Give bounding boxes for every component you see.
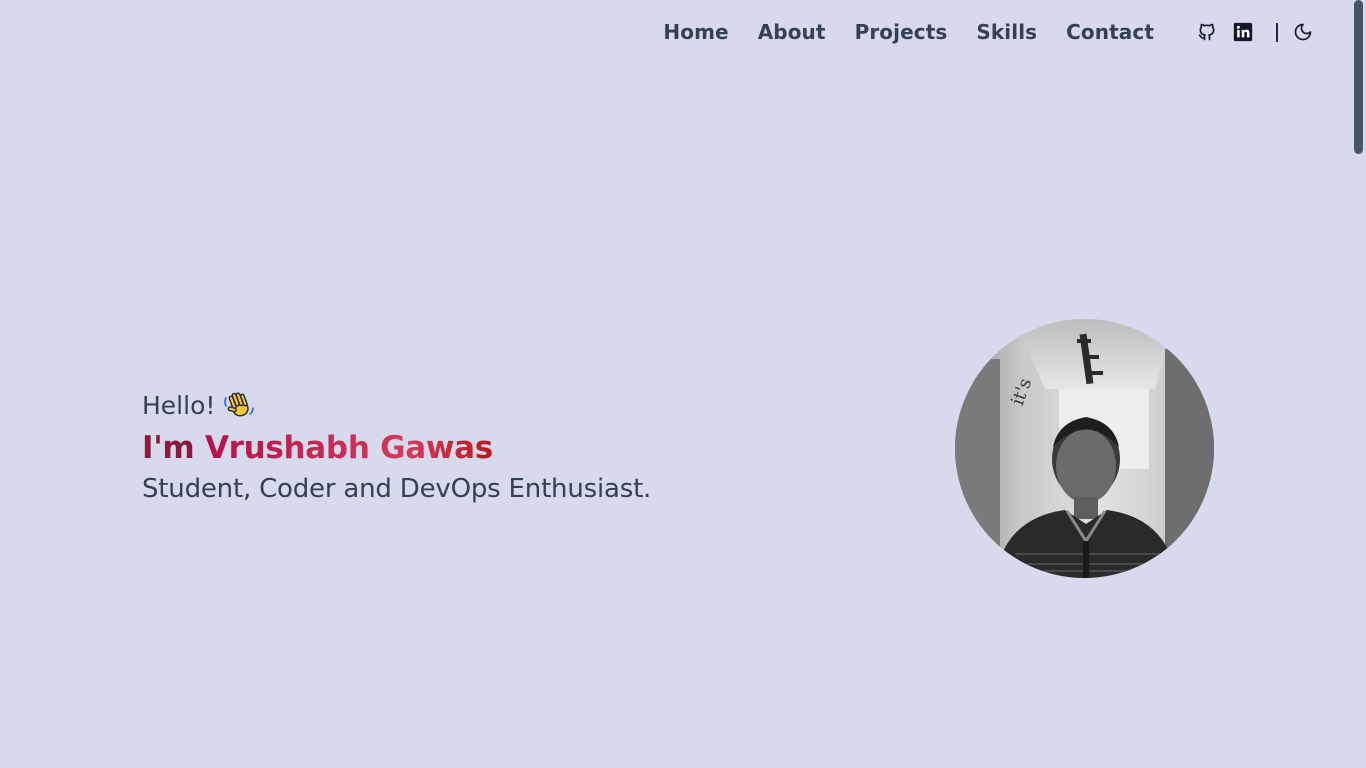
name-heading: I'm Vrushabh Gawas xyxy=(142,426,651,470)
nav-divider xyxy=(1276,22,1278,42)
hero-intro: Hello! I'm Vrushabh Gawas Student, Coder… xyxy=(142,386,651,508)
nav-link-home[interactable]: Home xyxy=(663,20,728,44)
nav-link-skills[interactable]: Skills xyxy=(976,20,1037,44)
waving-hand-icon xyxy=(223,390,255,422)
moon-icon[interactable] xyxy=(1292,21,1314,43)
person-name: Vrushabh Gawas xyxy=(204,430,493,466)
nav-links: Home About Projects Skills Contact xyxy=(663,20,1154,44)
nav-icons xyxy=(1196,21,1314,43)
github-icon[interactable] xyxy=(1196,21,1218,43)
profile-photo: it's xyxy=(955,319,1214,578)
scrollbar[interactable] xyxy=(1352,0,1366,768)
tagline: Student, Coder and DevOps Enthusiast. xyxy=(142,474,652,504)
top-navigation: Home About Projects Skills Contact xyxy=(663,14,1314,50)
greeting-text: Hello! xyxy=(142,391,216,420)
linkedin-icon[interactable] xyxy=(1232,21,1254,43)
greeting-line: Hello! xyxy=(142,386,651,426)
scrollbar-thumb[interactable] xyxy=(1354,0,1363,154)
nav-link-about[interactable]: About xyxy=(758,20,826,44)
name-prefix: I'm xyxy=(142,430,195,466)
nav-link-projects[interactable]: Projects xyxy=(855,20,948,44)
nav-link-contact[interactable]: Contact xyxy=(1066,20,1154,44)
portfolio-page: Home About Projects Skills Contact Hello… xyxy=(0,0,1366,768)
